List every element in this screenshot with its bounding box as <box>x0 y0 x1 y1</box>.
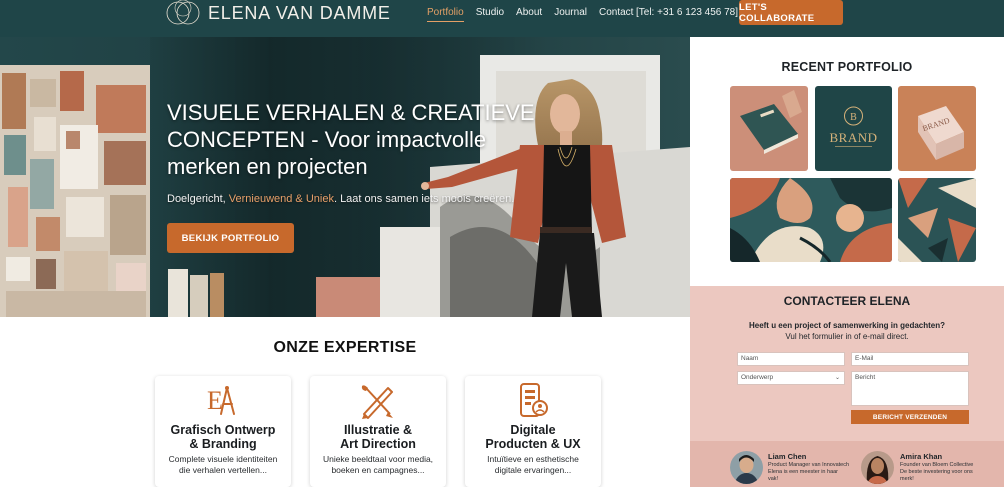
book-mockup-image <box>730 86 808 171</box>
card-text: Unieke beeldtaal voor media, boeken en ca… <box>310 454 446 476</box>
card-title-line1: Grafisch Ontwerp <box>170 423 276 437</box>
testimonial-role: Founder van Bloem Collective <box>900 462 974 468</box>
avatar-amira-image <box>861 451 894 484</box>
testimonial-quote: Elena is een meester in haar vak! <box>768 469 839 482</box>
portfolio-item-packaging[interactable]: BRAND <box>898 86 976 171</box>
avatar <box>730 451 763 484</box>
card-text-line2: die verhalen vertellen... <box>179 465 267 475</box>
card-title-line2: Art Direction <box>340 437 416 451</box>
nav-link-portfolio[interactable]: Portfolio <box>427 7 464 22</box>
mural-image <box>730 178 892 262</box>
abstract-art-image <box>898 178 976 262</box>
hero-subtitle-part2: . Laat ons samen iets moois creëren. <box>333 193 515 205</box>
expertise-title: ONZE EXPERTISE <box>273 339 417 356</box>
contact-title: CONTACTEER ELENA <box>783 294 911 308</box>
brush-pen-icon <box>361 385 393 419</box>
nav-link-journal[interactable]: Journal <box>554 7 587 22</box>
send-message-button[interactable]: BERICHT VERZENDEN <box>851 410 969 424</box>
avatar-liam-image <box>730 451 763 484</box>
chevron-down-icon: ⌄ <box>834 375 840 381</box>
email-field[interactable]: E-Mail <box>851 352 969 366</box>
expertise-card-graphic-design[interactable]: E Grafisch Ontwerp & Branding Complete vi… <box>155 376 291 487</box>
card-title-line2: Producten & UX <box>485 437 581 451</box>
expertise-card-illustration[interactable]: Illustratie & Art Direction Unieke beeldt… <box>310 376 446 487</box>
svg-text:E: E <box>207 386 223 415</box>
contact-instruction: Vul het formulier in of e-mail direct. <box>785 332 909 341</box>
card-title-line1: Illustratie & <box>343 423 413 437</box>
portfolio-item-book[interactable] <box>730 86 808 171</box>
hero-section: VISUELE VERHALEN & CREATIEVE CONCEPTEN -… <box>0 37 690 317</box>
subject-select[interactable]: Onderwerp ⌄ <box>737 371 845 385</box>
card-title-line2: & Branding <box>189 437 257 451</box>
card-text-line1: Intuïtieve en esthetische <box>487 454 579 464</box>
hero-subtitle: Doelgericht, Vernieuwend & Uniek. Laat o… <box>167 193 514 205</box>
typography-compass-icon: E <box>207 386 235 415</box>
recent-portfolio-panel: RECENT PORTFOLIO B BRAND BRAND <box>690 37 1004 286</box>
card-text: Intuïtieve en esthetische digitale ervari… <box>465 454 601 476</box>
card-title: Grafisch Ontwerp & Branding <box>155 423 291 451</box>
card-title: Illustratie & Art Direction <box>310 423 446 451</box>
top-navigation: ELENA VAN DAMME Portfolio Studio About J… <box>0 0 1004 37</box>
mobile-ux-icon <box>520 383 548 417</box>
testimonial-name: Liam Chen <box>768 452 807 461</box>
card-title-line1: Digitale <box>510 423 556 437</box>
hero-subtitle-part1: Doelgericht, <box>167 193 229 205</box>
portfolio-item-brand-identity[interactable]: B BRAND <box>815 86 892 171</box>
nav-link-studio[interactable]: Studio <box>476 7 504 22</box>
contact-question: Heeft u een project of samenwerking in g… <box>748 321 946 330</box>
name-field[interactable]: Naam <box>737 352 845 366</box>
nav-link-contact[interactable]: Contact <box>599 7 633 22</box>
card-text-line2: boeken en campagnes... <box>331 465 425 475</box>
brand-card-text: BRAND <box>829 130 878 145</box>
testimonial-role: Product Manager van Innovatech <box>768 462 850 468</box>
portfolio-item-abstract[interactable] <box>898 178 976 262</box>
message-field[interactable]: Bericht <box>851 371 969 406</box>
nav-links: Portfolio Studio About Journal Contact <box>427 7 645 22</box>
avatar <box>861 451 894 484</box>
testimonial-name: Amira Khan <box>900 452 943 461</box>
card-text: Complete visuele identiteiten die verhale… <box>155 454 291 476</box>
subject-select-value: Onderwerp <box>741 374 774 381</box>
hero-title: VISUELE VERHALEN & CREATIEVE CONCEPTEN -… <box>167 100 535 179</box>
card-title: Digitale Producten & UX <box>465 423 601 451</box>
recent-portfolio-title: RECENT PORTFOLIO <box>781 60 913 74</box>
brand-identity-image: B <box>815 86 892 171</box>
view-portfolio-button[interactable]: BEKIJK PORTFOLIO <box>167 223 294 253</box>
logo-mark-icon <box>166 0 200 25</box>
brand-name[interactable]: ELENA VAN DAMME <box>208 3 391 24</box>
card-text-line1: Unieke beeldtaal voor media, <box>322 454 434 464</box>
nav-link-about[interactable]: About <box>516 7 542 22</box>
nav-phone[interactable]: [Tel: +31 6 123 456 78] <box>636 7 738 19</box>
expertise-card-digital[interactable]: Digitale Producten & UX Intuïtieve en est… <box>465 376 601 487</box>
svg-text:B: B <box>850 112 857 123</box>
portfolio-item-mural[interactable] <box>730 178 892 262</box>
testimonial-quote: De beste investering voor ons merk! <box>900 469 973 482</box>
card-text-line1: Complete visuele identiteiten <box>168 454 278 464</box>
testimonials-strip: Liam Chen Product Manager van Innovatech… <box>690 441 1004 487</box>
collaborate-button[interactable]: LET'S COLLABORATE <box>739 0 843 25</box>
hero-subtitle-accent: Vernieuwend & Uniek <box>228 193 334 205</box>
card-text-line2: digitale ervaringen... <box>494 465 572 475</box>
